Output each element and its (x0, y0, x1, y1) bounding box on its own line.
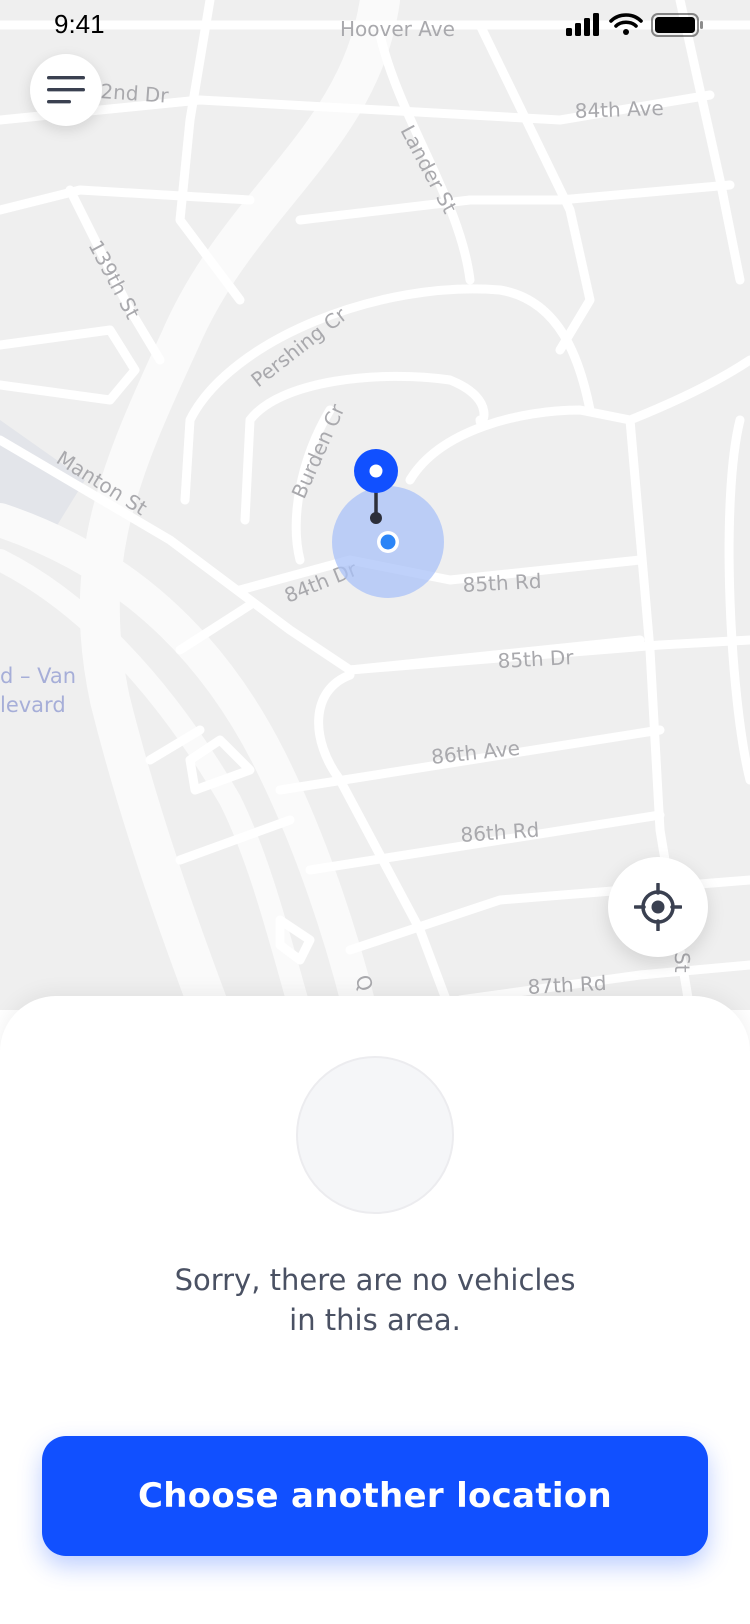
empty-state-message: Sorry, there are no vehicles in this are… (0, 1260, 750, 1340)
bottom-sheet: Sorry, there are no vehicles in this are… (0, 996, 750, 1624)
menu-button[interactable] (30, 54, 102, 126)
locate-me-button[interactable] (608, 857, 708, 957)
cellular-signal-icon (566, 13, 599, 36)
choose-another-location-button[interactable]: Choose another location (42, 1436, 708, 1556)
street-label: 139th St (84, 236, 145, 323)
status-bar: 9:41 (0, 0, 750, 50)
street-label: Burden Cr (287, 400, 350, 502)
current-location-dot-icon (377, 531, 399, 553)
crosshair-locate-icon (634, 883, 682, 931)
street-label: 86th Rd (460, 818, 540, 847)
street-label: 85th Rd (462, 569, 542, 597)
map-canvas[interactable]: Hoover Ave 2nd Dr 84th Ave Lander St 139… (0, 0, 750, 1010)
wifi-icon (609, 13, 643, 35)
area-label: levard (0, 693, 66, 717)
map-view[interactable]: Hoover Ave 2nd Dr 84th Ave Lander St 139… (0, 0, 750, 1010)
street-label: 84th Ave (574, 96, 664, 123)
empty-state-message-line: in this area. (289, 1303, 461, 1337)
street-label: 87th Rd (527, 971, 607, 999)
status-icons (566, 13, 703, 37)
empty-state-illustration (296, 1056, 454, 1214)
hamburger-menu-icon (47, 76, 85, 104)
street-label: 86th Ave (430, 736, 521, 769)
battery-icon (651, 13, 703, 37)
area-label: d – Van (0, 664, 76, 688)
street-label: 2nd Dr (100, 79, 170, 108)
status-time: 9:41 (54, 9, 105, 39)
street-label: 85th Dr (497, 645, 575, 673)
street-label: St (670, 952, 694, 973)
empty-state-message-line: Sorry, there are no vehicles (174, 1263, 576, 1297)
